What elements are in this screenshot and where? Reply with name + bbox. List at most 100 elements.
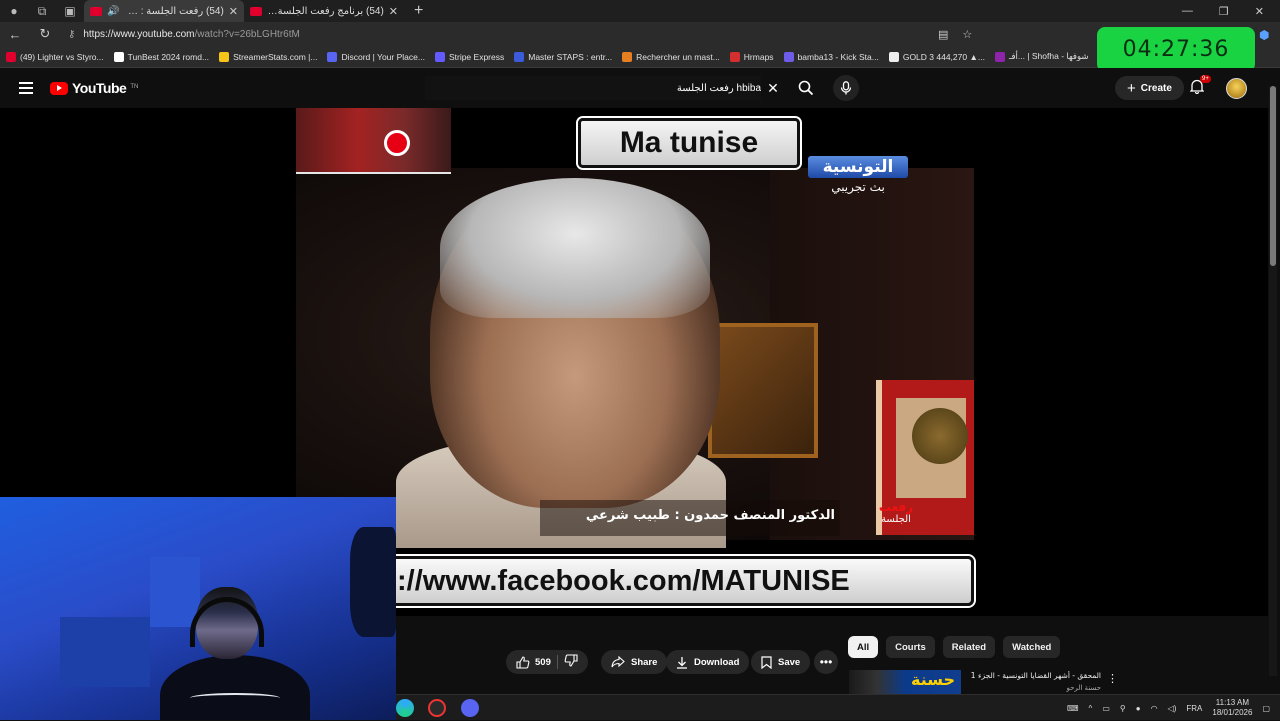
bookmark-item[interactable]: Discord | Your Place...: [327, 51, 425, 62]
url-field[interactable]: ⚷ https://www.youtube.com/watch?v=26bLGH…: [68, 24, 898, 44]
bookmark-item[interactable]: Hrmaps: [729, 51, 774, 62]
usb-icon[interactable]: ⚲: [1120, 704, 1126, 713]
voice-search-button[interactable]: [833, 75, 859, 101]
workspaces-icon[interactable]: ⧉: [28, 0, 56, 22]
share-button[interactable]: Share: [601, 650, 668, 674]
like-divider: [556, 655, 558, 669]
speaker-icon[interactable]: 🔊: [107, 6, 119, 17]
bookmark-item[interactable]: أفـ... | Shofha - شوفها: [994, 51, 1088, 62]
taskbar: ⌨ ^ ▭ ⚲ ● ◠ ◁) FRA 11:13 AM 18/01/2026 ▢: [396, 694, 1280, 720]
youtube-logo[interactable]: YouTube TN: [50, 80, 138, 96]
channel-logo: التونسية بث تجريبي: [808, 156, 908, 194]
browser-tab-active[interactable]: 🔊 (54) رفعت الجلسة : قضية حبيبة ✕: [84, 0, 244, 22]
avatar[interactable]: [1226, 78, 1247, 99]
more-actions-button[interactable]: •••: [814, 650, 838, 674]
chip-related[interactable]: Related: [942, 636, 996, 658]
back-button[interactable]: ←: [0, 27, 30, 42]
browser-tab-bar: ● ⧉ ▣ 🔊 (54) رفعت الجلسة : قضية حبيبة ✕ …: [0, 0, 1280, 22]
thumbs-up-icon: [516, 655, 530, 669]
video-picture-frame: [708, 323, 818, 458]
tab-actions-icon[interactable]: ▣: [56, 0, 84, 22]
tab-title: (54) رفعت الجلسة : قضية حبيبة: [124, 5, 224, 17]
bookmark-star-icon[interactable]: ☆: [962, 28, 972, 41]
related-thumb-text: حسنة: [911, 670, 956, 689]
chip-watched[interactable]: Watched: [1003, 636, 1061, 658]
opera-gx-icon[interactable]: [428, 699, 446, 717]
reload-button[interactable]: ↻: [30, 26, 60, 42]
video-caption: الدكتور المنصف حمدون : طبيب شرعي: [585, 508, 835, 523]
clear-search-icon[interactable]: ✕: [761, 80, 785, 97]
search-button[interactable]: [791, 74, 821, 102]
bookmark-item[interactable]: Master STAPS : entr...: [514, 51, 613, 62]
scrollbar-thumb[interactable]: [1270, 86, 1276, 266]
wifi-icon[interactable]: ◠: [1151, 704, 1158, 713]
edge-browser-icon[interactable]: [396, 699, 414, 717]
discord-icon[interactable]: [461, 699, 479, 717]
like-count: 509: [535, 656, 551, 668]
network-icon[interactable]: ▭: [1102, 704, 1110, 713]
browser-tab[interactable]: (54) برنامج رفعت الجلسة : قضية ✕: [244, 0, 404, 22]
install-app-icon[interactable]: ▤: [938, 28, 948, 41]
download-button[interactable]: Download: [666, 650, 750, 674]
notifications-button[interactable]: 9+: [1189, 75, 1211, 99]
webcam-dark-object: [350, 527, 396, 637]
share-label: Share: [631, 656, 658, 668]
volume-icon[interactable]: ◁): [1168, 704, 1177, 713]
bookmark-item[interactable]: bamba13 - Kick Sta...: [783, 51, 879, 62]
create-button[interactable]: + Create: [1115, 76, 1184, 100]
bookmark-item[interactable]: TunBest 2024 romd...: [113, 51, 209, 62]
related-video-title[interactable]: المحقق - أشهر القضايا التونسية - الجزء 1: [965, 671, 1101, 680]
extension-icon[interactable]: ⬢: [1259, 28, 1269, 42]
related-video-item[interactable]: حسنة المحقق - أشهر القضايا التونسية - ال…: [849, 670, 1119, 696]
system-tray: ⌨ ^ ▭ ⚲ ● ◠ ◁) FRA 11:13 AM 18/01/2026 ▢: [1067, 695, 1270, 721]
channel-logo-sub: بث تجريبي: [831, 180, 885, 194]
chip-courts[interactable]: Courts: [886, 636, 935, 658]
bookmark-favicon-icon: [327, 51, 338, 62]
bookmark-item[interactable]: GOLD 3 444,270 ▲...: [888, 51, 985, 62]
bookmark-item[interactable]: Stripe Express: [434, 51, 504, 62]
create-label: Create: [1140, 82, 1172, 94]
video-medal: [912, 408, 968, 464]
page-scrollbar[interactable]: [1269, 86, 1277, 676]
dislike-button[interactable]: [564, 654, 578, 670]
related-video-thumbnail[interactable]: حسنة: [849, 670, 961, 696]
bookmark-label: Discord | Your Place...: [341, 51, 425, 62]
close-window-icon[interactable]: ✕: [1255, 5, 1264, 18]
close-tab-icon[interactable]: ✕: [389, 5, 398, 18]
new-tab-button[interactable]: +: [404, 2, 433, 20]
bookmark-label: Master STAPS : entr...: [528, 51, 613, 62]
bookmark-label: (49) Lighter vs Styro...: [20, 51, 104, 62]
bookmark-favicon-icon: [113, 51, 124, 62]
menu-icon[interactable]: [19, 82, 33, 94]
clock[interactable]: 11:13 AM 18/01/2026: [1212, 698, 1252, 718]
bookmark-favicon-icon: [514, 51, 525, 62]
bookmark-label: Rechercher un mast...: [636, 51, 720, 62]
profile-icon[interactable]: ●: [0, 0, 28, 22]
site-info-icon[interactable]: ⚷: [68, 29, 75, 40]
bookmark-item[interactable]: Rechercher un mast...: [622, 51, 720, 62]
clock-time: 11:13 AM: [1215, 698, 1250, 707]
minimize-icon[interactable]: —: [1182, 5, 1193, 18]
chip-all[interactable]: All: [848, 636, 879, 658]
bookmark-item[interactable]: StreamerStats.com |...: [219, 51, 318, 62]
tray-overflow-icon[interactable]: ^: [1089, 704, 1093, 713]
bookmark-favicon-icon: [994, 51, 1005, 62]
youtube-play-icon: [50, 81, 68, 95]
keyboard-icon[interactable]: ⌨: [1067, 704, 1079, 713]
youtube-header: YouTube TN ✕ + Create 9+: [0, 68, 1280, 108]
bookmark-label: StreamerStats.com |...: [233, 51, 318, 62]
save-button[interactable]: Save: [751, 650, 811, 674]
webcam-overlay: [0, 497, 396, 720]
search-input[interactable]: [425, 76, 761, 100]
like-button[interactable]: 509: [516, 655, 551, 669]
mic-tray-icon[interactable]: ●: [1136, 704, 1141, 713]
url-path: /watch?v=26bLGHtr6tM: [194, 28, 300, 40]
related-more-icon[interactable]: ⋮: [1107, 672, 1118, 685]
stream-timer-overlay: 04:27:36: [1097, 27, 1255, 72]
close-tab-icon[interactable]: ✕: [229, 5, 238, 18]
notification-center-icon[interactable]: ▢: [1262, 704, 1270, 713]
clock-date: 18/01/2026: [1212, 708, 1253, 717]
language-indicator[interactable]: FRA: [1186, 704, 1202, 713]
restore-icon[interactable]: ❐: [1219, 5, 1229, 18]
bookmark-item[interactable]: (49) Lighter vs Styro...: [6, 51, 104, 62]
